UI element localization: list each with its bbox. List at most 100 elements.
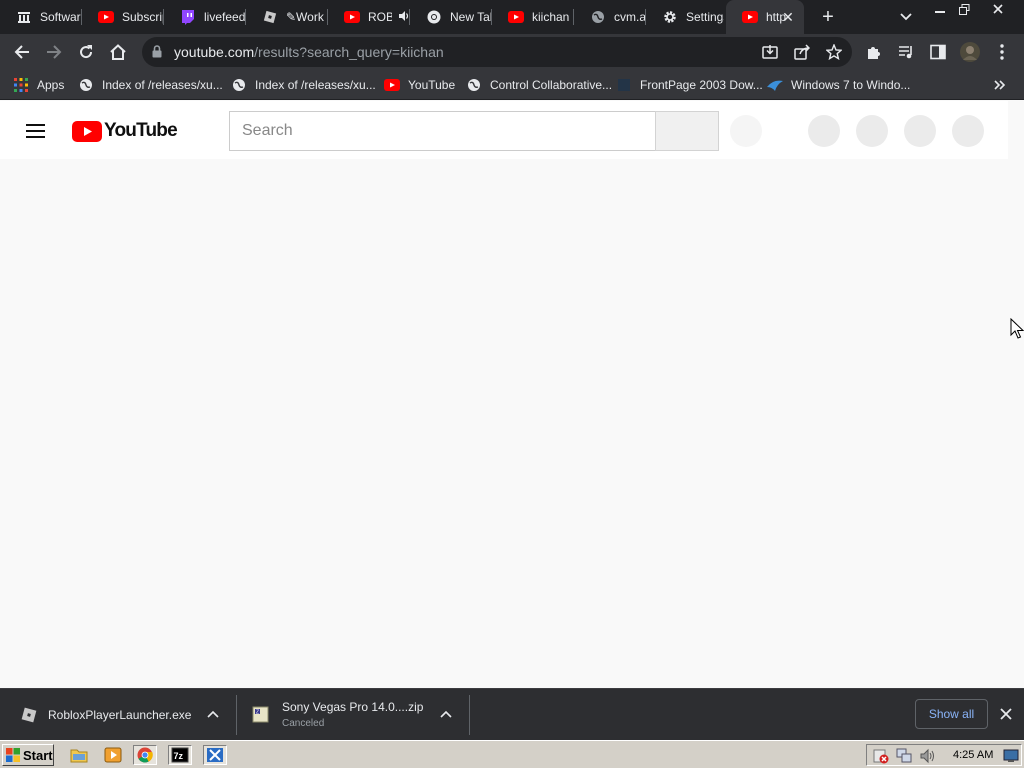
bookmark-star-icon[interactable] — [824, 42, 844, 62]
install-app-icon[interactable] — [760, 42, 780, 62]
bookmark-apps[interactable]: Apps — [13, 76, 64, 94]
tab-livefeed[interactable]: livefeed — [164, 0, 246, 34]
tab-rob[interactable]: ROB — [328, 0, 410, 34]
tab-work[interactable]: ✎Work — [246, 0, 328, 34]
tab-settings[interactable]: Settings — [646, 0, 724, 34]
bookmark-label: YouTube — [408, 78, 456, 92]
restore-button[interactable] — [950, 0, 978, 18]
tab-kiichan[interactable]: kiichan — [492, 0, 574, 34]
network-icon[interactable] — [896, 748, 912, 764]
globe-icon — [78, 77, 94, 93]
bookmarks-bar: Apps Index of /releases/xu... Index of /… — [0, 70, 1024, 100]
side-panel-icon[interactable] — [924, 38, 952, 66]
download-item[interactable]: Z Sony Vegas Pro 14.0....zip Canceled — [236, 689, 469, 741]
svg-text:Z: Z — [256, 710, 259, 716]
windows-flag-icon — [6, 748, 20, 762]
new-tab-button[interactable]: + — [816, 5, 840, 29]
bookmark-index-releases-2[interactable]: Index of /releases/xu... — [231, 76, 376, 94]
apps-button-placeholder[interactable] — [856, 115, 888, 147]
tab-title: Subscriptions — [122, 10, 164, 24]
forward-button[interactable] — [40, 38, 68, 66]
clock[interactable]: 4:25 AM — [953, 749, 993, 761]
mouse-cursor-icon — [1010, 317, 1024, 345]
extensions-icon[interactable] — [860, 38, 888, 66]
explorer-icon[interactable] — [67, 745, 91, 765]
start-button[interactable]: Start — [2, 744, 54, 766]
tab-software[interactable]: Software — [0, 0, 82, 34]
bookmark-label: Index of /releases/xu... — [255, 78, 376, 92]
bookmark-label: Control Collaborative... — [490, 78, 613, 92]
show-all-button[interactable]: Show all — [915, 699, 988, 729]
chrome-taskbar-icon[interactable] — [133, 745, 157, 765]
create-button-placeholder[interactable] — [808, 115, 840, 147]
home-button[interactable] — [104, 38, 132, 66]
exe-file-icon — [20, 706, 38, 724]
bookmark-label: Windows 7 to Windo... — [791, 78, 911, 92]
chevron-up-icon[interactable] — [205, 706, 221, 722]
start-label: Start — [23, 747, 53, 763]
search-button[interactable] — [655, 111, 719, 151]
download-filename: RobloxPlayerLauncher.exe — [48, 708, 192, 722]
reload-button[interactable] — [72, 38, 100, 66]
menu-kebab-icon[interactable] — [988, 38, 1016, 66]
account-avatar-placeholder[interactable] — [952, 115, 984, 147]
close-shelf-icon[interactable] — [998, 706, 1014, 722]
back-button[interactable] — [8, 38, 36, 66]
tab-strip: Software Subscriptions livefeed ✎Work RO… — [0, 0, 1024, 34]
chevron-up-icon[interactable] — [438, 706, 454, 722]
gear-icon — [662, 9, 678, 25]
twitch-icon — [180, 9, 196, 25]
download-item[interactable]: RobloxPlayerLauncher.exe — [0, 689, 236, 741]
tab-title: Software — [40, 10, 82, 24]
bookmark-index-releases-1[interactable]: Index of /releases/xu... — [78, 76, 223, 94]
tab-subscriptions[interactable]: Subscriptions — [82, 0, 164, 34]
app-icon[interactable] — [203, 745, 227, 765]
youtube-icon — [508, 9, 524, 25]
youtube-logo[interactable]: YouTube — [72, 120, 178, 142]
media-control-icon[interactable] — [892, 38, 920, 66]
bookmark-frontpage-2003[interactable]: FrontPage 2003 Dow... — [616, 76, 763, 94]
url-host: youtube.com — [174, 44, 255, 60]
show-desktop-icon[interactable] — [1003, 748, 1019, 764]
lock-icon[interactable] — [152, 45, 162, 63]
youtube-masthead: YouTube Search — [0, 101, 1008, 159]
tab-active-youtube[interactable]: http ✕ — [726, 0, 804, 34]
url-path: /results?search_query=kiichan — [254, 44, 444, 60]
notifications-button-placeholder[interactable] — [904, 115, 936, 147]
youtube-page: YouTube Search — [0, 101, 1024, 688]
address-bar[interactable]: youtube.com/results?search_query=kiichan — [142, 37, 852, 67]
share-icon[interactable] — [792, 42, 812, 62]
apps-grid-icon — [13, 77, 29, 93]
tab-cvm[interactable]: cvm.am — [574, 0, 646, 34]
tab-title: cvm.am — [614, 10, 646, 24]
tab-new-tab[interactable]: New Tab — [410, 0, 492, 34]
globe-icon — [590, 9, 606, 25]
tab-search-chevron-icon[interactable] — [896, 7, 916, 27]
youtube-icon — [98, 9, 114, 25]
tab-title: ✎Work — [286, 10, 324, 24]
bookmark-windows-7[interactable]: Windows 7 to Windo... — [767, 76, 910, 94]
security-alert-icon[interactable] — [873, 748, 889, 764]
close-window-button[interactable] — [984, 0, 1012, 18]
guide-menu-icon[interactable] — [24, 119, 48, 143]
bookmark-youtube[interactable]: YouTube — [384, 76, 455, 94]
globe-icon — [466, 77, 482, 93]
volume-icon[interactable] — [919, 748, 935, 764]
bookmark-control-collaborative[interactable]: Control Collaborative... — [466, 76, 612, 94]
close-tab-icon[interactable]: ✕ — [780, 9, 796, 25]
tab-title: Settings — [686, 10, 724, 24]
windows-taskbar: Start 7z 4:25 AM — [0, 740, 1024, 768]
tab-title: New Tab — [450, 10, 492, 24]
media-player-icon[interactable] — [101, 745, 125, 765]
chrome-icon — [426, 9, 442, 25]
profile-avatar[interactable] — [956, 38, 984, 66]
search-placeholder: Search — [242, 122, 293, 139]
7zip-icon[interactable]: 7z — [168, 745, 192, 765]
voice-search-placeholder[interactable] — [730, 115, 762, 147]
youtube-icon — [384, 77, 400, 93]
youtube-logo-text: YouTube — [104, 120, 178, 141]
svg-text:7z: 7z — [174, 751, 184, 761]
bookmarks-overflow-icon[interactable] — [994, 76, 1006, 94]
url-text[interactable]: youtube.com/results?search_query=kiichan — [174, 44, 444, 60]
search-input[interactable]: Search — [229, 111, 656, 151]
